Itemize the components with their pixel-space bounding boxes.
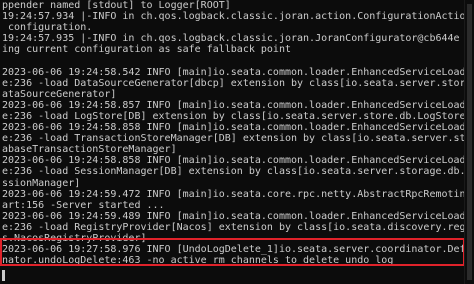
vertical-scrollbar[interactable]	[464, 0, 474, 284]
log-line: e:236 -load RegistryProvider[Nacos] exte…	[2, 221, 465, 233]
log-line: 19:24:57.934 |-INFO in ch.qos.logback.cl…	[2, 11, 465, 23]
console-log: ppender named [stdout] to Logger[ROOT] 1…	[2, 0, 465, 266]
log-line: e:236 -load LogStore[DB] extension by cl…	[2, 110, 465, 122]
log-line: abaseTransactionStoreManager]	[2, 144, 177, 156]
console-window[interactable]: ppender named [stdout] to Logger[ROOT] 1…	[0, 0, 465, 284]
log-line: 2023-06-06 19:24:58.858 INFO [main]io.se…	[2, 155, 465, 167]
log-line: 2023-06-06 19:24:58.858 INFO [main]io.se…	[2, 122, 465, 134]
log-line: ssionManager]	[2, 177, 81, 189]
log-line: ppender named [stdout] to Logger[ROOT]	[2, 0, 231, 11]
scrollbar-thumb[interactable]	[467, 4, 472, 280]
log-line: art:156 -Server started ...	[2, 199, 165, 211]
log-line: e:236 -load TransactionStoreManager[DB] …	[2, 133, 465, 145]
log-line: 2023-06-06 19:24:58.542 INFO [main]io.se…	[2, 66, 465, 78]
highlight-box	[0, 238, 465, 266]
log-line: ataSourceGenerator]	[2, 88, 117, 100]
log-line-blank	[2, 55, 465, 66]
log-line: e:236 -load DataSourceGenerator[dbcp] ex…	[2, 77, 465, 89]
log-line: 2023-06-06 19:24:59.489 INFO [main]io.se…	[2, 210, 465, 222]
log-line: 2023-06-06 19:24:58.857 INFO [main]io.se…	[2, 99, 465, 111]
log-line: e:236 -load SessionManager[DB] extension…	[2, 166, 465, 178]
log-line: configuration.	[2, 22, 93, 34]
log-line: 19:24:57.935 |-INFO in ch.qos.logback.cl…	[2, 33, 460, 45]
log-line: ing current configuration as safe fallba…	[2, 44, 291, 56]
text-cursor	[2, 270, 5, 281]
log-line: 2023-06-06 19:24:59.472 INFO [main]io.se…	[2, 188, 465, 200]
